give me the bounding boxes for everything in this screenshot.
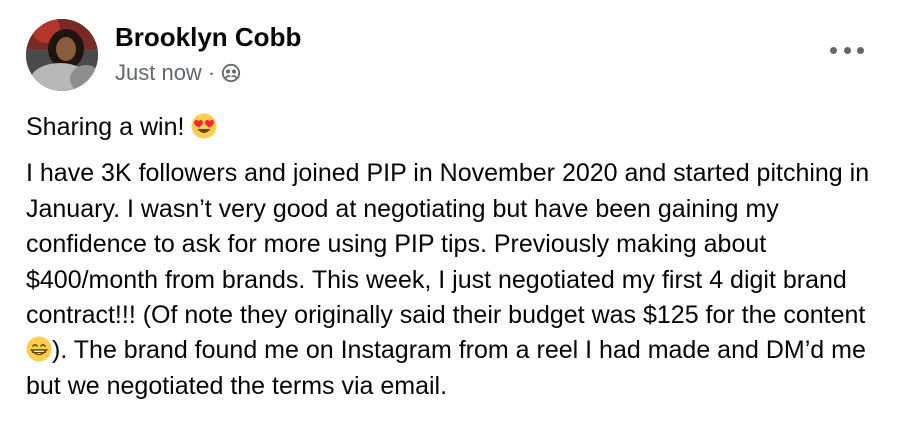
post-body-paragraph: I have 3K followers and joined PIP in No…	[26, 156, 886, 404]
more-dot	[843, 46, 851, 54]
post-meta: Just now ·	[115, 59, 241, 87]
more-dot	[830, 46, 837, 54]
post-headline: Sharing a win!	[26, 110, 886, 145]
post-body-part1: I have 3K followers and joined PIP in No…	[26, 159, 870, 330]
grinning-teeth-emoji-icon	[26, 336, 52, 362]
more-options-button[interactable]	[830, 40, 864, 60]
heart-eyes-emoji-icon	[191, 113, 217, 139]
avatar-photo	[26, 19, 98, 91]
post-timestamp[interactable]: Just now	[115, 60, 202, 86]
author-avatar[interactable]	[26, 19, 98, 91]
post-text: Sharing a win! I have 3K followers and j…	[26, 110, 886, 404]
friends-icon[interactable]	[221, 63, 241, 83]
headline-text: Sharing a win!	[26, 113, 185, 141]
author-name[interactable]: Brooklyn Cobb	[115, 21, 301, 53]
more-dot	[857, 46, 864, 54]
post-body-part2: ). The brand found me on Instagram from …	[26, 336, 866, 400]
post-card: Brooklyn Cobb Just now · Sharing a win! …	[0, 0, 901, 444]
meta-separator: ·	[207, 60, 216, 85]
